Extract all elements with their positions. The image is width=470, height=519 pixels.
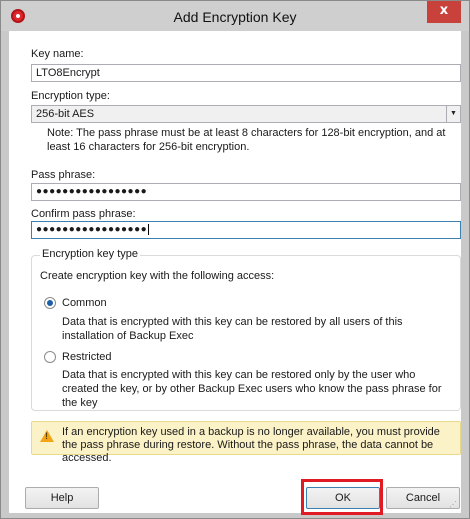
dialog-title: Add Encryption Key [173,9,297,25]
radio-common-label[interactable]: Common [62,297,107,309]
text-caret [148,223,150,235]
dialog-window: Add Encryption Key x Key name: LTO8Encry… [0,0,470,519]
radio-common-description: Data that is encrypted with this key can… [62,316,403,342]
radio-restricted-description: Data that is encrypted with this key can… [62,369,442,409]
warning-banner: If an encryption key used in a backup is… [31,421,461,464]
radio-restricted-label[interactable]: Restricted [62,351,112,363]
encryption-key-type-group: Encryption key type Create encryption ke… [31,248,461,411]
key-name-input[interactable]: LTO8Encrypt [31,64,461,82]
close-button[interactable]: x [427,1,461,23]
encryption-type-label: Encryption type: [31,90,110,102]
pass-phrase-label: Pass phrase: [31,169,96,181]
key-name-label: Key name: [31,48,84,60]
dialog-body: Key name: LTO8Encrypt Encryption type: 2… [9,31,461,513]
radio-common[interactable] [44,297,56,309]
title-bar[interactable]: Add Encryption Key x [1,1,469,31]
resize-grip-icon[interactable]: ⋰ [449,501,459,511]
confirm-pass-phrase-value: ●●●●●●●●●●●●●●●●● [36,224,148,235]
confirm-pass-phrase-label: Confirm pass phrase: [31,208,136,220]
pass-phrase-note: Note: The pass phrase must be at least 8… [47,127,446,153]
pass-phrase-input[interactable]: ●●●●●●●●●●●●●●●●● [31,183,461,201]
chevron-down-icon[interactable]: ▼ [446,106,460,122]
warning-icon [40,430,54,442]
radio-restricted[interactable] [44,351,56,363]
ok-button-highlight [301,479,383,515]
confirm-pass-phrase-input[interactable]: ●●●●●●●●●●●●●●●●● [31,221,461,239]
key-type-intro: Create encryption key with the following… [40,270,275,282]
encryption-key-type-legend: Encryption key type [40,248,140,260]
help-button[interactable]: Help [25,487,99,509]
encryption-type-value: 256-bit AES [36,108,95,120]
warning-text: If an encryption key used in a backup is… [62,426,440,464]
encryption-type-select[interactable]: 256-bit AES ▼ [31,105,461,123]
